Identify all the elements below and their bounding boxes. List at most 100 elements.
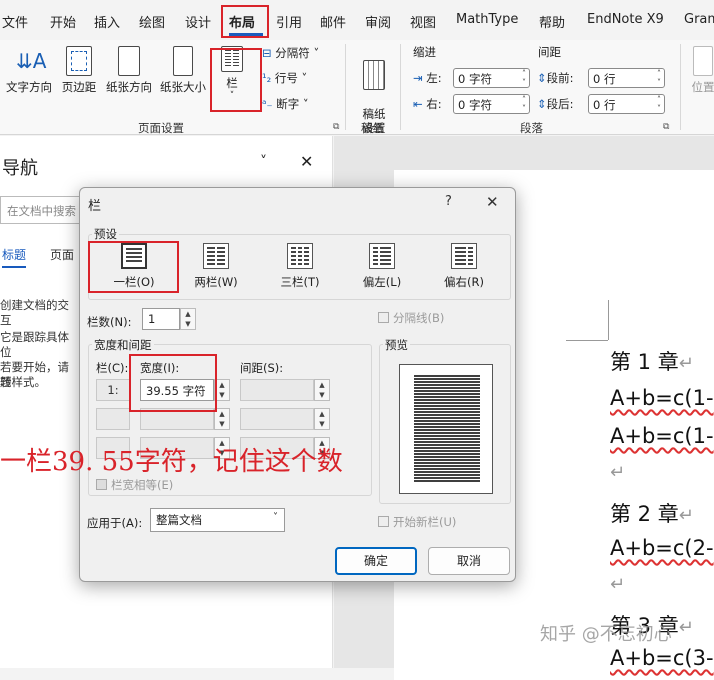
apply-to-label: 应用于(A): [87, 516, 143, 530]
breaks-button[interactable]: ⊟ 分隔符 ˅ [262, 45, 319, 61]
position-icon [693, 46, 713, 76]
preset-right[interactable]: 偏右(R) [434, 243, 494, 290]
indent-right-input[interactable]: 0 字符 ˄ ˅ [453, 94, 530, 114]
ok-button[interactable]: 确定 [335, 547, 417, 575]
paragraph-mark: ↵ [610, 574, 626, 595]
num-columns-spinner[interactable]: ▲ ▼ [180, 308, 196, 330]
group-divider [680, 44, 681, 130]
nav-title: 导航 [2, 158, 38, 179]
paragraph-launcher-icon[interactable]: ⧉ [663, 122, 669, 132]
space-after-input[interactable]: 0 行 ˄ ˅ [588, 94, 665, 114]
margin-marker [608, 300, 609, 340]
presets-label: 预设 [92, 226, 119, 242]
column-spacing-spinner[interactable]: ▲ ▼ [314, 408, 330, 430]
text-direction-icon: ⇊A [16, 49, 47, 73]
three-columns-icon [287, 243, 313, 269]
tab-mailings[interactable]: 邮件 [320, 12, 346, 31]
close-icon[interactable]: ✕ [486, 193, 499, 211]
space-before-input[interactable]: 0 行 ˄ ˅ [588, 68, 665, 88]
preset-two[interactable]: 两栏(W) [186, 243, 246, 290]
breaks-icon: ⊟ [262, 46, 276, 60]
width-spacing-label: 宽度和间距 [92, 337, 154, 353]
nav-tab-underline [2, 266, 26, 268]
column-number-cell: 1: [96, 379, 130, 401]
preview-page [399, 364, 493, 494]
indent-right-label: ⇤ 右: [413, 97, 442, 111]
nav-hint-text: 创建文档的交互 [0, 298, 69, 327]
preset-left[interactable]: 偏左(L) [352, 243, 412, 290]
size-button[interactable]: 纸张大小 [158, 46, 208, 95]
right-column-icon [451, 243, 477, 269]
indent-left-input[interactable]: 0 字符 ˄ ˅ [453, 68, 530, 88]
document-line[interactable]: A+b=c(1- [610, 386, 714, 410]
position-button[interactable]: 位置 [688, 46, 714, 95]
column-number-cell [96, 408, 130, 430]
hyphenation-button[interactable]: ᵃ₋ 断字 ˅ [262, 96, 309, 112]
indent-left-label: ⇥ 左: [413, 71, 442, 85]
tab-grammarly[interactable]: Gram [684, 12, 714, 27]
tab-home[interactable]: 开始 [50, 12, 76, 31]
group-divider [345, 44, 346, 130]
tab-help[interactable]: 帮助 [539, 12, 565, 31]
spin-arrows-icon[interactable]: ˄ ˅ [522, 95, 526, 113]
line-between-checkbox[interactable]: 分隔线(B) [378, 310, 444, 326]
annotation-box-width [129, 354, 217, 412]
heading-chapter-1[interactable]: 第 1 章↵ [610, 346, 694, 376]
annotation-box-one-column [88, 241, 179, 293]
tab-endnote[interactable]: EndNote X9 [587, 12, 664, 27]
document-line[interactable]: A+b=c(1- [610, 424, 714, 448]
manuscript-icon [363, 60, 385, 90]
tab-view[interactable]: 视图 [410, 12, 436, 31]
column-spacing-spinner[interactable]: ▲ ▼ [314, 379, 330, 401]
nav-options-icon[interactable]: ˅ [260, 154, 267, 170]
nav-tab-headings[interactable]: 标题 [2, 246, 26, 263]
manuscript-group-label: 稿纸 [361, 121, 384, 135]
spacing-label: 间距 [538, 45, 561, 59]
two-columns-icon [203, 243, 229, 269]
orientation-icon [118, 46, 140, 76]
left-column-icon [369, 243, 395, 269]
indent-label: 缩进 [413, 45, 436, 59]
close-icon[interactable]: ✕ [300, 152, 313, 171]
tab-draw[interactable]: 绘图 [139, 12, 165, 31]
text-direction-button[interactable]: ⇊A 文字方向 [4, 46, 54, 95]
line-numbers-button[interactable]: ¹₂ 行号 ˅ [262, 70, 307, 86]
page-setup-launcher-icon[interactable]: ⧉ [333, 122, 339, 132]
preset-three[interactable]: 三栏(T) [270, 243, 330, 290]
tab-references[interactable]: 引用 [276, 12, 302, 31]
paragraph-mark: ↵ [610, 462, 626, 483]
cancel-button[interactable]: 取消 [428, 547, 510, 575]
apply-to-select[interactable]: 整篇文档 ˅ [150, 508, 285, 532]
equal-width-checkbox[interactable]: 栏宽相等(E) [96, 477, 173, 493]
heading-chapter-2[interactable]: 第 2 章↵ [610, 498, 694, 528]
chevron-down-icon: ˅ [273, 512, 278, 523]
column-spacing-input[interactable] [240, 379, 314, 401]
tab-review[interactable]: 审阅 [365, 12, 391, 31]
start-new-column-checkbox[interactable]: 开始新栏(U) [378, 514, 456, 530]
paragraph-group-label: 段落 [520, 121, 543, 135]
tab-file[interactable]: 文件 [2, 12, 28, 31]
annotation-box-columns-button [210, 48, 262, 112]
help-icon[interactable]: ? [445, 194, 452, 209]
spin-arrows-icon[interactable]: ˄ ˅ [657, 95, 661, 113]
watermark: 知乎 @不忘初心 [540, 624, 672, 645]
margins-button[interactable]: 页边距 [58, 46, 100, 95]
document-line[interactable]: A+b=c(2- [610, 536, 714, 560]
column-spacing-input[interactable] [240, 408, 314, 430]
spacing-header: 间距(S): [240, 361, 284, 375]
tab-design[interactable]: 设计 [185, 12, 211, 31]
document-line[interactable]: A+b=c(3- [610, 646, 714, 670]
orientation-button[interactable]: 纸张方向 [104, 46, 154, 95]
spin-arrows-icon[interactable]: ˄ ˅ [657, 69, 661, 87]
tab-insert[interactable]: 插入 [94, 12, 120, 31]
hyphenation-icon: ᵃ₋ [262, 97, 277, 111]
dialog-title: 栏 [88, 199, 102, 214]
nav-tab-pages[interactable]: 页面 [50, 246, 74, 263]
space-before-label: ⇕段前: [537, 71, 574, 85]
annotation-box-layout-tab [221, 5, 269, 38]
nav-search-input[interactable]: 在文档中搜索 [0, 196, 90, 224]
margins-icon [66, 46, 92, 76]
tab-mathtype[interactable]: MathType [456, 12, 518, 27]
spin-arrows-icon[interactable]: ˄ ˅ [522, 69, 526, 87]
num-columns-input[interactable]: 1 [142, 308, 180, 330]
